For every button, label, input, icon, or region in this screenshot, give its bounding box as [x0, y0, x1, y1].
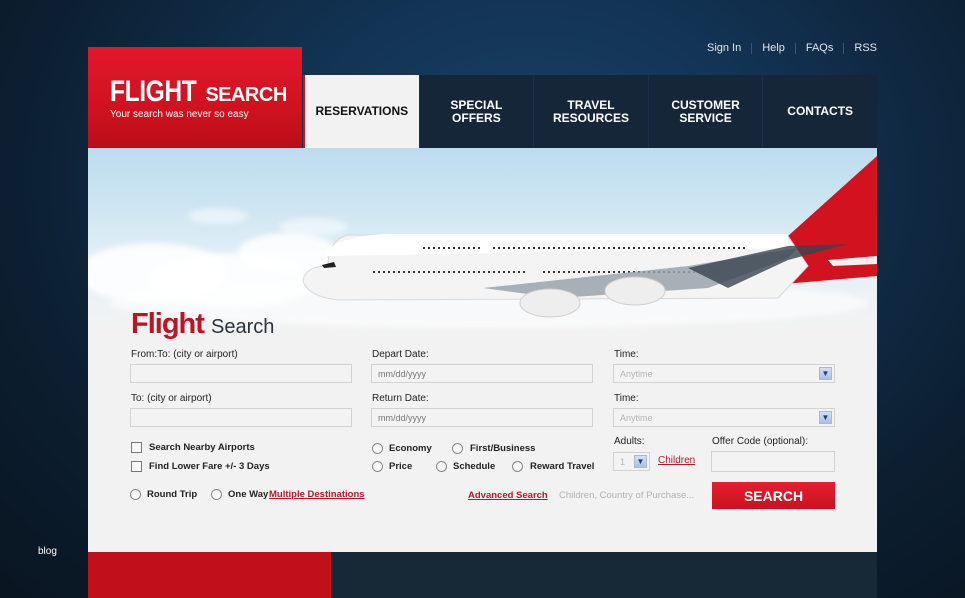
nearby-airports-label: Search Nearby Airports [149, 442, 255, 453]
children-link[interactable]: Children [658, 455, 695, 466]
from-label: From:To: (city or airport) [131, 349, 238, 360]
from-input[interactable] [130, 364, 352, 383]
form-title: Flight Search [131, 308, 274, 341]
footer-red-block [88, 552, 331, 598]
divider [751, 42, 753, 54]
logo-title-search: SEARCH [205, 84, 287, 106]
adults-value: 1 [620, 457, 626, 467]
divider [794, 42, 796, 54]
return-date-label: Return Date: [372, 393, 429, 404]
time1-value: Anytime [620, 369, 653, 379]
depart-date-input[interactable] [371, 364, 593, 383]
hero-banner [88, 148, 877, 328]
faqs-link[interactable]: FAQs [806, 42, 834, 54]
top-links: Sign In Help FAQs RSS [707, 42, 877, 54]
main-nav: RESERVATIONS SPECIAL OFFERS TRAVEL RESOU… [303, 75, 877, 148]
one-way-radio[interactable] [211, 489, 222, 500]
to-label: To: (city or airport) [131, 393, 212, 404]
airplane-engine [604, 276, 666, 306]
sign-in-link[interactable]: Sign In [707, 42, 741, 54]
footer-dark-block [331, 552, 877, 598]
schedule-radio[interactable] [436, 461, 447, 472]
chevron-down-icon[interactable]: ▼ [634, 455, 647, 468]
nav-tab-special-offers[interactable]: SPECIAL OFFERS [418, 75, 534, 148]
offer-code-label: Offer Code (optional): [712, 436, 808, 447]
logo-title: FLIGHT SEARCH [110, 75, 287, 109]
advanced-search-hint: Children, Country of Purchase... [559, 490, 695, 501]
multiple-destinations-link[interactable]: Multiple Destinations [269, 489, 365, 500]
offer-code-input[interactable] [711, 451, 835, 472]
first-business-radio[interactable] [452, 443, 463, 454]
chevron-down-icon[interactable]: ▼ [819, 367, 832, 380]
adults-label: Adults: [614, 436, 645, 447]
time1-label: Time: [614, 349, 639, 360]
logo-title-flight: FLIGHT [110, 75, 197, 108]
schedule-label: Schedule [453, 461, 496, 472]
blog-link[interactable]: blog [38, 546, 57, 557]
price-label: Price [389, 461, 413, 472]
logo-tagline: Your search was never so easy [110, 109, 249, 120]
nearby-airports-checkbox[interactable] [131, 442, 142, 453]
adults-select[interactable]: 1 ▼ [613, 452, 650, 471]
rss-link[interactable]: RSS [854, 42, 877, 54]
time2-label: Time: [614, 393, 639, 404]
round-trip-label: Round Trip [147, 489, 198, 500]
divider [843, 42, 845, 54]
logo[interactable]: FLIGHT SEARCH Your search was never so ea… [88, 47, 302, 148]
to-input[interactable] [130, 408, 352, 427]
economy-radio[interactable] [372, 443, 383, 454]
round-trip-radio[interactable] [130, 489, 141, 500]
form-title-light: Search [210, 316, 275, 338]
nav-tab-reservations[interactable]: RESERVATIONS [303, 75, 419, 148]
first-business-label: First/Business [470, 443, 536, 454]
time1-select[interactable]: Anytime ▼ [613, 364, 835, 383]
airplane-image [302, 156, 877, 318]
airplane-engine [519, 288, 581, 318]
help-link[interactable]: Help [762, 42, 785, 54]
form-title-bold: Flight [131, 308, 205, 340]
nav-tab-travel-resources[interactable]: TRAVEL RESOURCES [533, 75, 648, 148]
search-button[interactable]: SEARCH [712, 482, 835, 509]
price-radio[interactable] [372, 461, 383, 472]
reward-travel-label: Reward Travel [530, 461, 595, 472]
lower-fare-checkbox[interactable] [131, 461, 142, 472]
lower-fare-label: Find Lower Fare +/- 3 Days [149, 461, 270, 472]
advanced-search-link[interactable]: Advanced Search [468, 490, 548, 501]
return-date-input[interactable] [371, 408, 593, 427]
time2-value: Anytime [620, 413, 653, 423]
nav-tab-customer-service[interactable]: CUSTOMER SERVICE [647, 75, 763, 148]
nav-tab-contacts[interactable]: CONTACTS [762, 75, 877, 148]
one-way-label: One Way [228, 489, 269, 500]
reward-travel-radio[interactable] [512, 461, 523, 472]
depart-date-label: Depart Date: [372, 349, 429, 360]
economy-label: Economy [389, 443, 432, 454]
chevron-down-icon[interactable]: ▼ [819, 411, 832, 424]
main-panel: Flight Search From:To: (city or airport)… [88, 148, 877, 552]
time2-select[interactable]: Anytime ▼ [613, 408, 835, 427]
